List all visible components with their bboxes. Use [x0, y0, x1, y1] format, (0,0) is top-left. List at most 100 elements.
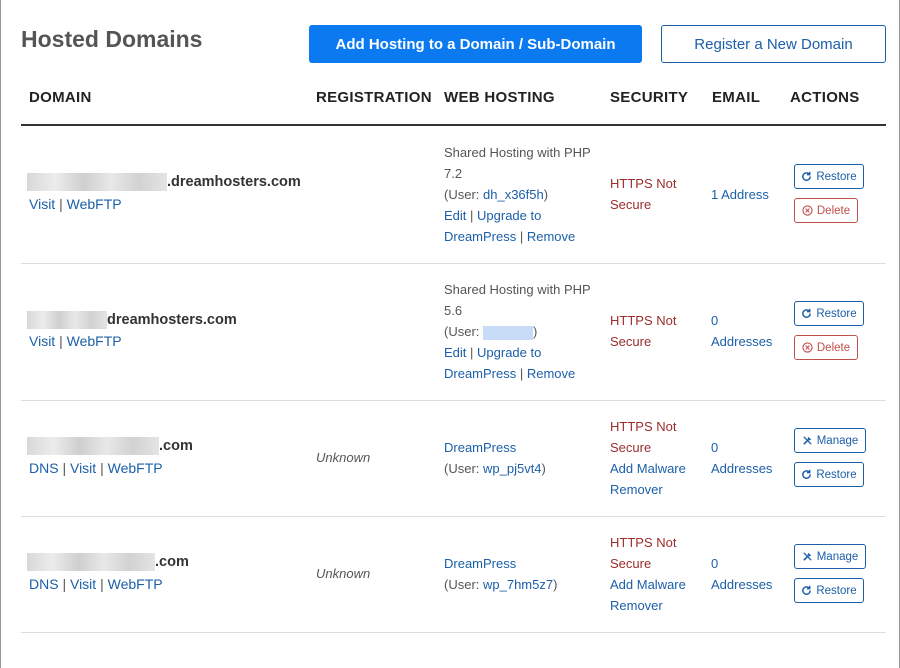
security-status: HTTPS Not Secure [610, 313, 677, 349]
column-header-email: EMAIL [712, 89, 761, 106]
add-malware-remover-link[interactable]: Add Malware [610, 461, 686, 476]
web-hosting-cell: Shared Hosting with PHP 7.2 (User: dh_x3… [444, 142, 591, 247]
dns-link[interactable]: DNS [29, 460, 59, 476]
domain-name: dreamhosters.com [27, 311, 237, 329]
add-hosting-button[interactable]: Add Hosting to a Domain / Sub-Domain [309, 25, 642, 63]
column-header-security: SECURITY [610, 89, 689, 106]
domain-name: .com [27, 437, 193, 455]
restore-button[interactable]: Restore [794, 578, 864, 603]
column-header-registration: REGISTRATION [316, 89, 432, 106]
email-addresses-link[interactable]: 1 Address [711, 187, 769, 202]
add-malware-remover-link[interactable]: Add Malware [610, 577, 686, 592]
hosting-php-version: 7.2 [444, 166, 463, 181]
circle-x-icon [802, 205, 813, 216]
web-hosting-cell: DreamPress (User: wp_pj5vt4) [444, 437, 546, 479]
refresh-icon [802, 469, 812, 479]
hosting-plan: Shared Hosting with PHP [444, 145, 591, 160]
domain-suffix: .dreamhosters.com [167, 174, 301, 190]
domain-links: DNS | Visit | WebFTP [29, 576, 163, 592]
circle-x-icon [802, 342, 813, 353]
visit-link[interactable]: Visit [70, 576, 96, 592]
add-malware-remover-link-cont[interactable]: Remover [610, 482, 663, 497]
row-divider [21, 632, 886, 633]
hosting-user-link[interactable]: wp_pj5vt4 [483, 461, 542, 476]
row-divider [21, 400, 886, 401]
domain-name: .com [27, 553, 189, 571]
email-cell: 1 Address [711, 184, 769, 205]
redacted-domain-prefix [27, 553, 155, 571]
visit-link[interactable]: Visit [29, 333, 55, 349]
webftp-link[interactable]: WebFTP [67, 333, 122, 349]
domain-suffix: .com [159, 438, 193, 454]
register-domain-button[interactable]: Register a New Domain [661, 25, 886, 63]
upgrade-link[interactable]: Upgrade to [477, 345, 541, 360]
refresh-icon [802, 308, 812, 318]
restore-button[interactable]: Restore [794, 301, 864, 326]
page-title: Hosted Domains [21, 26, 203, 52]
hosting-user: (User: wp_pj5vt4) [444, 461, 546, 476]
column-header-actions: ACTIONS [790, 89, 860, 106]
security-cell: HTTPS Not Secure Add Malware Remover [610, 532, 686, 616]
email-cell[interactable]: 0 Addresses [711, 437, 772, 479]
email-cell[interactable]: 0 Addresses [711, 310, 772, 352]
tools-icon [802, 552, 812, 561]
security-cell: HTTPS Not Secure Add Malware Remover [610, 416, 686, 500]
row-divider [21, 516, 886, 517]
dreampress-link[interactable]: DreamPress [444, 556, 516, 571]
column-header-web-hosting: WEB HOSTING [444, 89, 555, 106]
hosting-plan: Shared Hosting with PHP [444, 282, 591, 297]
web-hosting-cell: DreamPress (User: wp_7hm5z7) [444, 553, 557, 595]
row-divider [21, 263, 886, 264]
domain-suffix: dreamhosters.com [107, 312, 237, 328]
add-malware-remover-link-cont[interactable]: Remover [610, 598, 663, 613]
refresh-icon [802, 585, 812, 595]
hosting-user: (User: wp_7hm5z7) [444, 577, 558, 592]
table-header-divider [21, 124, 886, 126]
domain-links: DNS | Visit | WebFTP [29, 460, 163, 476]
upgrade-link-cont[interactable]: DreamPress [444, 366, 516, 381]
manage-button[interactable]: Manage [794, 428, 866, 453]
security-status: HTTPS Not [610, 419, 677, 434]
tools-icon [802, 436, 812, 445]
hosting-user-link[interactable]: wp_7hm5z7 [483, 577, 553, 592]
hosting-user: (User: dh_x36f5h) [444, 187, 549, 202]
redacted-domain-prefix [27, 173, 167, 191]
redacted-domain-prefix [27, 437, 159, 455]
redacted-domain-prefix [27, 311, 107, 329]
registration-status: Unknown [316, 450, 371, 465]
refresh-icon [802, 171, 812, 181]
web-hosting-cell: Shared Hosting with PHP 5.6 (User: ) Edi… [444, 279, 591, 384]
column-header-domain: DOMAIN [29, 89, 92, 106]
restore-button[interactable]: Restore [794, 164, 864, 189]
domain-suffix: .com [155, 554, 189, 570]
domain-name: .dreamhosters.com [27, 173, 301, 191]
hosting-user: (User: ) [444, 324, 538, 340]
security-status: HTTPS Not [610, 535, 677, 550]
page-frame: Hosted Domains Add Hosting to a Domain /… [0, 0, 900, 668]
edit-link[interactable]: Edit [444, 345, 466, 360]
delete-button[interactable]: Delete [794, 335, 858, 360]
upgrade-link-cont[interactable]: DreamPress [444, 229, 516, 244]
restore-button[interactable]: Restore [794, 462, 864, 487]
webftp-link[interactable]: WebFTP [67, 196, 122, 212]
redacted-user [483, 325, 533, 340]
visit-link[interactable]: Visit [29, 196, 55, 212]
webftp-link[interactable]: WebFTP [108, 460, 163, 476]
remove-link[interactable]: Remove [527, 229, 575, 244]
domain-links: Visit | WebFTP [29, 333, 122, 349]
hosting-php-version: 5.6 [444, 303, 463, 318]
delete-button[interactable]: Delete [794, 198, 858, 223]
webftp-link[interactable]: WebFTP [108, 576, 163, 592]
dns-link[interactable]: DNS [29, 576, 59, 592]
hosting-user-link[interactable]: dh_x36f5h [483, 187, 544, 202]
dreampress-link[interactable]: DreamPress [444, 440, 516, 455]
visit-link[interactable]: Visit [70, 460, 96, 476]
manage-button[interactable]: Manage [794, 544, 866, 569]
domain-links: Visit | WebFTP [29, 196, 122, 212]
security-status: HTTPS Not Secure [610, 176, 677, 212]
remove-link[interactable]: Remove [527, 366, 575, 381]
edit-link[interactable]: Edit [444, 208, 466, 223]
registration-status: Unknown [316, 566, 371, 581]
email-cell[interactable]: 0 Addresses [711, 553, 772, 595]
upgrade-link[interactable]: Upgrade to [477, 208, 541, 223]
